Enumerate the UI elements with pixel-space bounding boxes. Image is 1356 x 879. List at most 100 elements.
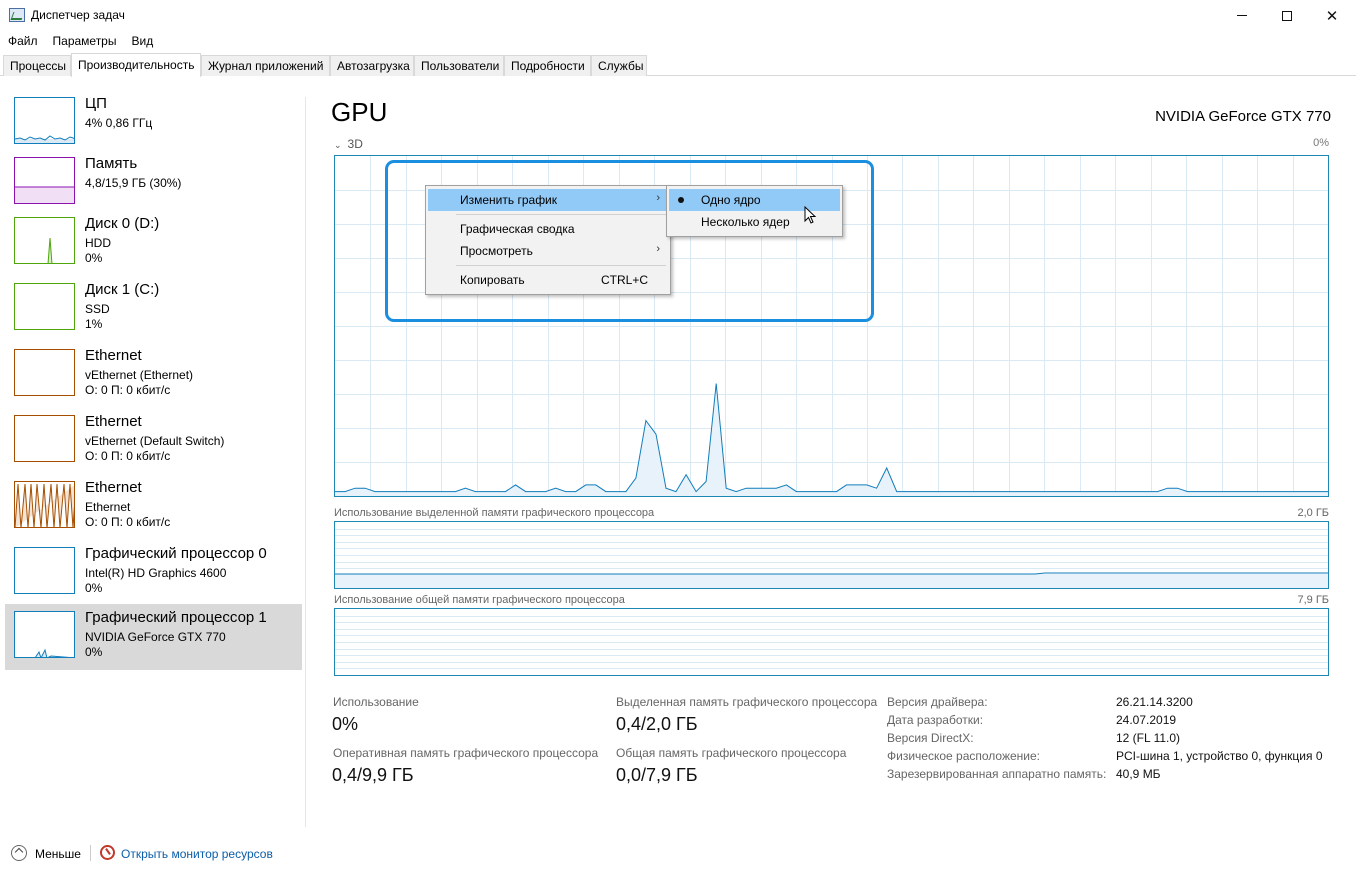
resource-title: Ethernet [85, 347, 142, 364]
tab-processes[interactable]: Процессы [3, 55, 71, 76]
resource-detail: 4% 0,86 ГГц [85, 116, 153, 130]
menu-separator [456, 265, 666, 266]
fewer-details-button[interactable]: Меньше [35, 847, 81, 861]
resource-title: Диск 1 (C:) [85, 281, 160, 298]
resource-detail: NVIDIA GeForce GTX 770 [85, 630, 226, 644]
reserved-memory-value: 40,9 МБ [1116, 767, 1161, 781]
resource-ethernet-2[interactable]: Ethernet vEthernet (Default Switch) О: 0… [5, 408, 302, 474]
tab-users[interactable]: Пользователи [414, 55, 504, 76]
resource-detail: 4,8/15,9 ГБ (30%) [85, 176, 182, 190]
engine-selector[interactable]: ⌄ 3D [334, 137, 363, 151]
ethernet-2-thumbnail [14, 415, 75, 462]
resource-title: Графический процессор 1 [85, 609, 267, 626]
footer-divider [90, 845, 91, 861]
resource-detail: Ethernet [85, 500, 131, 514]
ethernet-3-thumbnail [14, 481, 75, 528]
panel-splitter[interactable] [305, 97, 306, 827]
shared-memory-stat-value: 0,0/7,9 ГБ [616, 765, 698, 785]
resource-value: 0% [85, 645, 103, 659]
resource-detail: Intel(R) HD Graphics 4600 [85, 566, 227, 580]
disk-0-thumbnail [14, 217, 75, 264]
close-button[interactable]: ✕ [1309, 0, 1355, 31]
resource-value: О: 0 П: 0 кбит/с [85, 449, 171, 463]
collapse-icon[interactable] [11, 845, 27, 861]
menu-separator [456, 214, 666, 215]
resource-cpu[interactable]: ЦП 4% 0,86 ГГц [5, 90, 302, 156]
engine-label: 3D [347, 137, 363, 151]
menu-view[interactable]: Вид [123, 31, 160, 51]
resource-monitor-icon[interactable] [100, 845, 115, 860]
menu-file[interactable]: Файл [0, 31, 45, 51]
resource-title: Ethernet [85, 479, 142, 496]
tab-services[interactable]: Службы [591, 55, 647, 76]
dedicated-memory-line [335, 572, 1328, 575]
menu-bar: Файл Параметры Вид [0, 31, 160, 51]
menu-item-label: Графическая сводка [460, 222, 575, 236]
reserved-memory-key: Зарезервированная аппаратно память: [887, 767, 1107, 781]
shared-memory-canvas [335, 616, 1328, 669]
gpu-ram-label: Оперативная память графического процессо… [333, 746, 599, 760]
menu-item-copy[interactable]: Копировать CTRL+C [428, 269, 668, 291]
engine-max-label: 0% [1313, 137, 1329, 149]
resource-title: Память [85, 155, 138, 172]
resource-value: 1% [85, 317, 103, 331]
ethernet-1-thumbnail [14, 349, 75, 396]
directx-version-key: Версия DirectX: [887, 731, 974, 745]
dedicated-memory-max: 2,0 ГБ [1297, 507, 1329, 519]
cpu-thumbnail [14, 97, 75, 144]
resource-value: О: 0 П: 0 кбит/с [85, 515, 171, 529]
resource-title: Ethernet [85, 413, 142, 430]
dedicated-memory-stat-value: 0,4/2,0 ГБ [616, 714, 698, 734]
dedicated-memory-canvas [335, 529, 1328, 588]
dedicated-memory-label: Использование выделенной памяти графичес… [334, 507, 655, 519]
page-title: GPU [331, 97, 388, 127]
resource-ethernet-3[interactable]: Ethernet Ethernet О: 0 П: 0 кбит/с [5, 474, 302, 540]
physical-location-key: Физическое расположение: [887, 749, 1040, 763]
tab-startup[interactable]: Автозагрузка [330, 55, 414, 76]
footer-bar: Меньше Открыть монитор ресурсов [0, 827, 1356, 879]
tab-performance[interactable]: Производительность [71, 53, 201, 77]
memory-thumbnail [14, 157, 75, 204]
mouse-cursor-icon [804, 206, 817, 224]
submenu-item-label: Одно ядро [701, 193, 761, 207]
resource-detail: vEthernet (Default Switch) [85, 434, 225, 448]
tab-bar: Процессы Производительность Журнал прило… [0, 53, 1356, 77]
minimize-button[interactable] [1219, 0, 1265, 31]
series-line [335, 383, 1328, 493]
resource-disk-1[interactable]: Диск 1 (C:) SSD 1% [5, 276, 302, 342]
resource-detail: SSD [85, 302, 110, 316]
resource-value: 0% [85, 581, 103, 595]
resource-title: Графический процессор 0 [85, 545, 267, 562]
resource-detail: vEthernet (Ethernet) [85, 368, 194, 382]
resource-disk-0[interactable]: Диск 0 (D:) HDD 0% [5, 210, 302, 276]
menu-item-label: Копировать [460, 273, 525, 287]
menu-item-label: Изменить график [460, 193, 558, 207]
menu-item-change-graph[interactable]: Изменить график › [428, 189, 668, 211]
usage-value: 0% [332, 714, 359, 734]
menu-item-view[interactable]: Просмотреть › [428, 240, 668, 262]
chevron-right-icon: › [656, 192, 660, 204]
open-resource-monitor-link[interactable]: Открыть монитор ресурсов [121, 847, 273, 861]
resource-memory[interactable]: Память 4,8/15,9 ГБ (30%) [5, 150, 302, 216]
title-bar: Диспетчер задач ✕ [0, 0, 1356, 31]
close-icon: ✕ [1325, 7, 1339, 25]
menu-item-shortcut: CTRL+C [600, 273, 648, 287]
maximize-button[interactable] [1264, 0, 1310, 31]
driver-version-key: Версия драйвера: [887, 695, 988, 709]
menu-item-summary-view[interactable]: Графическая сводка [428, 218, 668, 240]
shared-memory-max: 7,9 ГБ [1297, 594, 1329, 606]
resource-ethernet-1[interactable]: Ethernet vEthernet (Ethernet) О: 0 П: 0 … [5, 342, 302, 408]
dedicated-memory-chart[interactable] [334, 521, 1329, 589]
tab-details[interactable]: Подробности [504, 55, 591, 76]
maximize-icon [1282, 10, 1292, 21]
submenu-item-label: Несколько ядер [701, 215, 790, 229]
shared-memory-chart[interactable] [334, 608, 1329, 676]
usage-label: Использование [333, 695, 419, 709]
resource-list: ЦП 4% 0,86 ГГц Память 4,8/15,9 ГБ (30%) … [0, 77, 306, 827]
driver-version-value: 26.21.14.3200 [1116, 695, 1193, 709]
resource-gpu-0[interactable]: Графический процессор 0 Intel(R) HD Grap… [5, 540, 302, 606]
tab-app-history[interactable]: Журнал приложений [201, 55, 330, 76]
resource-gpu-1[interactable]: Графический процессор 1 NVIDIA GeForce G… [5, 604, 302, 670]
physical-location-value: PCI-шина 1, устройство 0, функция 0 [1116, 749, 1323, 763]
menu-options[interactable]: Параметры [45, 31, 124, 51]
